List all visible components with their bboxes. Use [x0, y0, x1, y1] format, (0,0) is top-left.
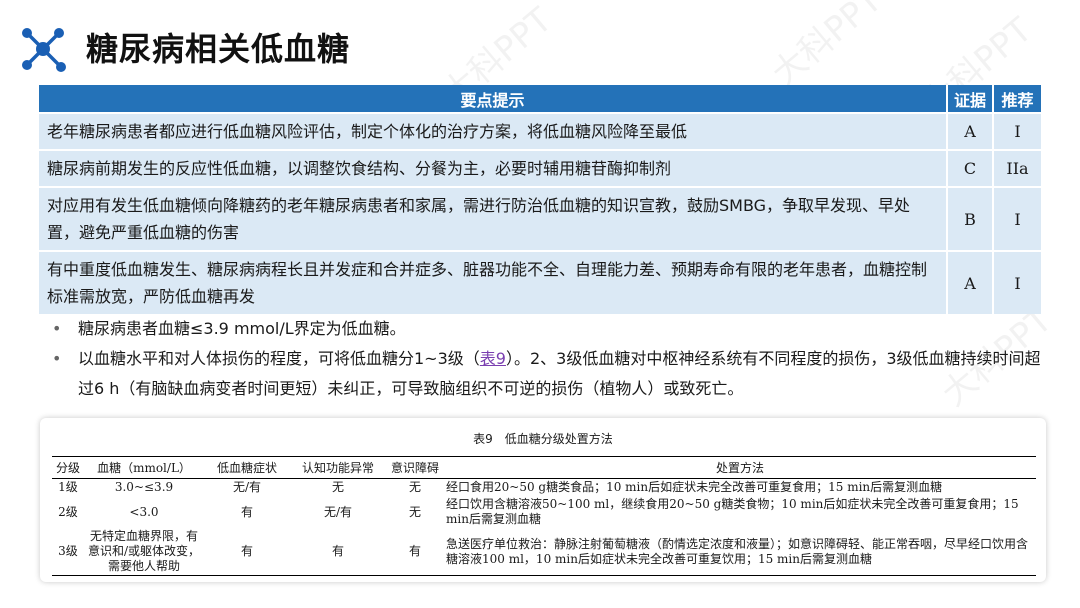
table-row: 老年糖尿病患者都应进行低血糖风险评估，制定个体化的治疗方案，将低血糖风险降至最低…	[39, 112, 1041, 150]
t9-grade: 3级	[52, 528, 84, 576]
row-text: 对应用有发生低血糖倾向降糖药的老年糖尿病患者和家属，需进行防治低血糖的知识宣教，…	[39, 186, 948, 251]
watermark: 大科PPT	[764, 0, 890, 95]
t9-glucose: 3.0~≤3.9	[114, 480, 174, 494]
table9-link[interactable]: 表9	[480, 349, 506, 368]
t9-cognitive: 无	[331, 480, 344, 494]
table9-row: 1级 3.0~≤3.9 无/有 无 无 经口食用20~50 g糖类食品；10 m…	[52, 479, 1036, 497]
t9-treatment: 急送医疗单位救治：静脉注射葡萄糖液（酌情选定浓度和液量）；如意识障碍轻、能正常吞…	[444, 528, 1036, 576]
molecule-logo-icon	[22, 28, 66, 72]
t9-treatment: 经口食用20~50 g糖类食品；10 min后如症状未完全改善可重复食用；15 …	[446, 480, 943, 494]
bullet-list: • 糖尿病患者血糖≤3.9 mmol/L界定为低血糖。 • 以血糖水平和对人体损…	[52, 314, 1052, 404]
table9-header-row: 分级 血糖（mmol/L） 低血糖症状 认知功能异常 意识障碍 处置方法	[52, 456, 1036, 479]
bullet-dot-icon: •	[52, 349, 62, 368]
header-recommendation: 推荐	[993, 85, 1041, 113]
t9-symptom: 有	[204, 528, 290, 576]
t9-treatment: 经口饮用含糖溶液50~100 ml，继续食用20~50 g糖类食物；10 min…	[446, 497, 1019, 526]
header-key-points: 要点提示	[39, 85, 948, 113]
t9-conscious: 无	[408, 504, 421, 519]
row-evidence: C	[947, 149, 994, 187]
t9-header-treatment: 处置方法	[444, 456, 1036, 479]
bullet-item: • 糖尿病患者血糖≤3.9 mmol/L界定为低血糖。	[52, 314, 1052, 344]
bullet-item: • 以血糖水平和对人体损伤的程度，可将低血糖分1~3级（表9）。2、3级低血糖对…	[52, 344, 1052, 404]
row-recommendation: I	[993, 186, 1041, 251]
t9-grade: 2级	[58, 504, 78, 519]
row-evidence: A	[947, 250, 994, 314]
bullet-text-pre: 以血糖水平和对人体损伤的程度，可将低血糖分1~3级（	[78, 349, 480, 368]
row-recommendation: IIa	[993, 149, 1041, 187]
header-evidence: 证据	[947, 85, 994, 113]
t9-cognitive: 无/有	[323, 504, 353, 519]
table9-card: 表9 低血糖分级处置方法 分级 血糖（mmol/L） 低血糖症状 认知功能异常 …	[40, 418, 1046, 582]
t9-cognitive: 有	[290, 528, 386, 576]
t9-header-glucose: 血糖（mmol/L）	[84, 456, 204, 479]
t9-glucose: <3.0	[129, 504, 159, 519]
row-text: 老年糖尿病患者都应进行低血糖风险评估，制定个体化的治疗方案，将低血糖风险降至最低	[39, 112, 948, 150]
row-text: 有中重度低血糖发生、糖尿病病程长且并发症和合并症多、脏器功能不全、自理能力差、预…	[39, 250, 948, 314]
table9: 分级 血糖（mmol/L） 低血糖症状 认知功能异常 意识障碍 处置方法 1级 …	[52, 456, 1036, 576]
t9-symptom: 无/有	[232, 480, 262, 494]
t9-conscious: 有	[386, 528, 444, 576]
row-evidence: A	[947, 112, 994, 150]
t9-grade: 1级	[58, 480, 78, 494]
t9-header-symptom: 低血糖症状	[204, 456, 290, 479]
table-row: 对应用有发生低血糖倾向降糖药的老年糖尿病患者和家属，需进行防治低血糖的知识宣教，…	[39, 186, 1041, 251]
table9-row: 3级 无特定血糖界限，有意识和/或躯体改变，需要他人帮助 有 有 有 急送医疗单…	[52, 528, 1036, 576]
page-title: 糖尿病相关低血糖	[86, 30, 351, 68]
row-evidence: B	[947, 186, 994, 251]
row-recommendation: I	[993, 112, 1041, 150]
table-header-row: 要点提示 证据 推荐	[39, 85, 1041, 113]
table-row: 有中重度低血糖发生、糖尿病病程长且并发症和合并症多、脏器功能不全、自理能力差、预…	[39, 250, 1041, 314]
bullet-text: 以血糖水平和对人体损伤的程度，可将低血糖分1~3级（表9）。2、3级低血糖对中枢…	[78, 344, 1052, 404]
table9-row: 2级 <3.0 有 无/有 无 经口饮用含糖溶液50~100 ml，继续食用20…	[52, 496, 1036, 528]
t9-header-cognitive: 认知功能异常	[290, 456, 386, 479]
t9-symptom: 有	[240, 504, 253, 519]
table9-caption: 表9 低血糖分级处置方法	[473, 432, 613, 446]
row-recommendation: I	[993, 250, 1041, 314]
t9-header-grade: 分级	[52, 456, 84, 479]
table-row: 糖尿病前期发生的反应性低血糖，以调整饮食结构、分餐为主，必要时辅用糖苷酶抑制剂 …	[39, 149, 1041, 187]
t9-glucose: 无特定血糖界限，有意识和/或躯体改变，需要他人帮助	[84, 528, 204, 576]
bullet-dot-icon: •	[52, 319, 62, 338]
t9-header-conscious: 意识障碍	[386, 456, 444, 479]
t9-conscious: 无	[408, 480, 421, 494]
bullet-text: 糖尿病患者血糖≤3.9 mmol/L界定为低血糖。	[78, 319, 406, 338]
recommendation-table: 要点提示 证据 推荐 老年糖尿病患者都应进行低血糖风险评估，制定个体化的治疗方案…	[39, 85, 1041, 314]
row-text: 糖尿病前期发生的反应性低血糖，以调整饮食结构、分餐为主，必要时辅用糖苷酶抑制剂	[39, 149, 948, 187]
